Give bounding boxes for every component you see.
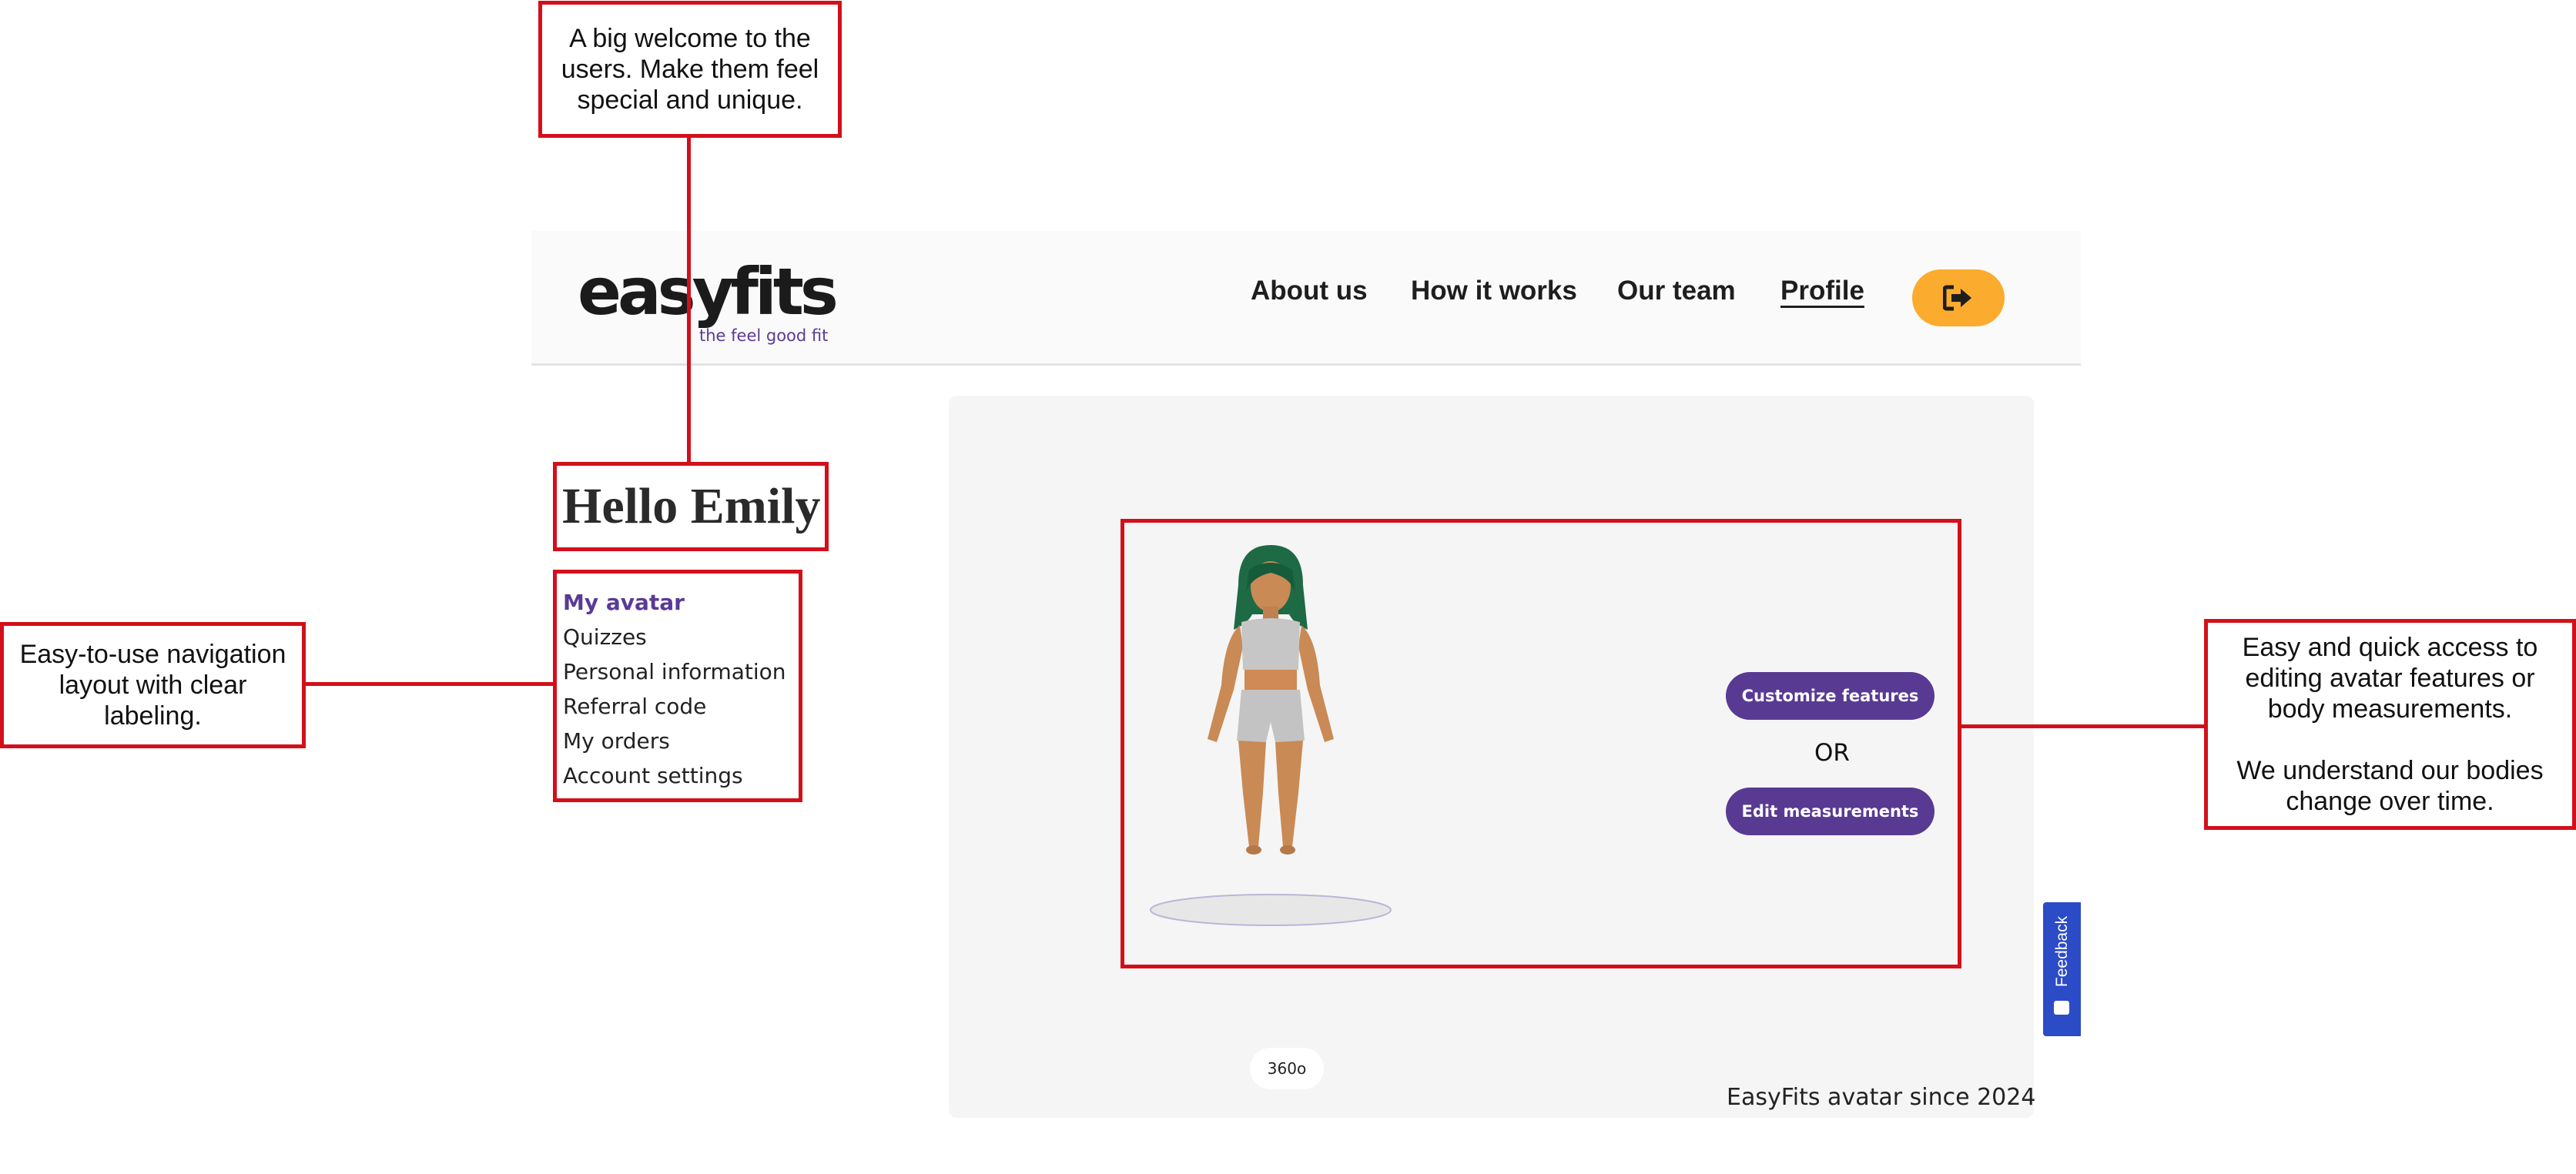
nav-how-it-works[interactable]: How it works [1411, 276, 1577, 306]
logout-button[interactable] [1912, 269, 2005, 326]
feedback-icon [2054, 1001, 2069, 1015]
annotation-avatar-highlight [1121, 519, 1961, 968]
annotation-welcome-connector [687, 137, 691, 464]
nav-profile[interactable]: Profile [1780, 276, 1864, 306]
annotation-navigation: Easy-to-use navigation layout with clear… [0, 622, 306, 748]
rotate-360-button[interactable]: 360o [1250, 1048, 1324, 1089]
easyfits-logo[interactable]: easyfits the feel good fit [578, 249, 839, 345]
annotation-edit-connector [1960, 724, 2208, 728]
feedback-label: Feedback [2052, 915, 2071, 988]
annotation-sidebar-highlight [553, 570, 802, 802]
sign-out-icon [1943, 285, 1971, 311]
logo-wordmark: easyfits [578, 254, 839, 329]
nav-our-team[interactable]: Our team [1617, 276, 1736, 306]
logo-tagline: the feel good fit [699, 326, 829, 345]
avatar-since-label: EasyFits avatar since 2024 [1727, 1084, 2036, 1111]
annotation-welcome: A big welcome to the users. Make them fe… [538, 1, 842, 138]
annotation-greeting-highlight [553, 462, 829, 551]
site-header: easyfits the feel good fit About us How … [531, 231, 2081, 366]
feedback-tab[interactable]: Feedback [2043, 902, 2081, 1036]
annotation-navigation-connector [305, 682, 555, 686]
annotation-edit-access: Easy and quick access to editing avatar … [2204, 619, 2576, 830]
nav-about-us[interactable]: About us [1251, 276, 1368, 306]
